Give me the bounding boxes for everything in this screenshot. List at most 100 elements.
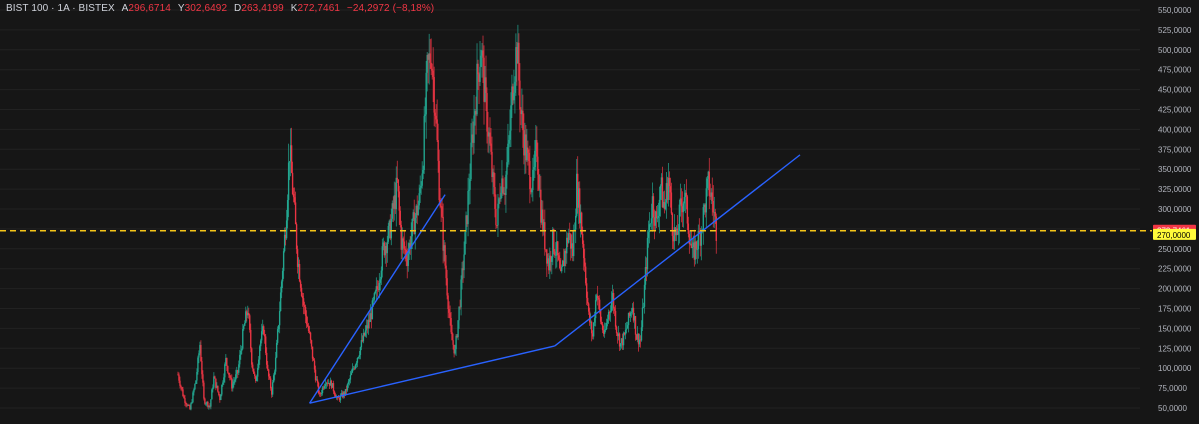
candle-body xyxy=(643,284,646,307)
candle-body xyxy=(538,174,540,190)
candle-body xyxy=(467,190,469,225)
candle-body xyxy=(614,310,617,327)
candle-body xyxy=(533,167,535,170)
candle-body xyxy=(312,358,315,361)
candle-body xyxy=(502,178,504,194)
candle-body xyxy=(489,132,491,144)
candle-body xyxy=(711,192,713,201)
candle-body xyxy=(431,68,433,71)
candle-body xyxy=(288,161,291,163)
candle-body xyxy=(493,172,495,188)
candle-body xyxy=(534,150,536,168)
price-tick-label: 250,0000 xyxy=(1158,245,1192,254)
candle-body xyxy=(411,218,413,237)
candle-body xyxy=(596,295,599,298)
candle-body xyxy=(256,376,258,382)
candle-body xyxy=(191,402,193,404)
candle-body xyxy=(420,185,422,188)
candle-body xyxy=(228,372,230,375)
candle-body xyxy=(229,374,231,378)
candle-body xyxy=(313,360,316,370)
candle-body xyxy=(469,179,471,190)
candle-body xyxy=(202,374,204,383)
candle-body xyxy=(634,316,637,335)
price-axis[interactable]: 550,0000 525,0000 500,0000 475,0000 450,0000… xyxy=(1158,6,1192,413)
candle-body xyxy=(641,307,644,328)
candle-body xyxy=(518,42,520,81)
candle-body xyxy=(422,170,424,174)
candle-body xyxy=(323,385,326,389)
candle-body xyxy=(249,315,251,330)
candle-body xyxy=(357,356,360,359)
candle-body xyxy=(414,217,416,235)
candle-body xyxy=(659,185,662,200)
candle-body xyxy=(509,130,511,140)
candle-body xyxy=(294,202,297,225)
candle-body xyxy=(558,255,560,260)
candle-body xyxy=(695,241,698,250)
candle-body xyxy=(609,311,612,313)
candle-body xyxy=(581,233,584,244)
candle-body xyxy=(682,203,685,213)
candle-body xyxy=(696,249,699,251)
high-key: Y xyxy=(177,3,185,14)
price-tick-label: 75,0000 xyxy=(1158,384,1187,393)
candle-body xyxy=(293,197,296,203)
candle-body xyxy=(407,253,409,266)
candle-body xyxy=(551,256,553,262)
candle-body xyxy=(629,312,632,316)
candle-body xyxy=(198,353,200,358)
candle-body xyxy=(648,224,651,233)
candle-body xyxy=(286,199,289,221)
candle-body xyxy=(305,315,308,325)
candle-body xyxy=(432,70,434,78)
candle-body xyxy=(594,300,597,319)
level-label: 270,0000 xyxy=(1157,231,1191,240)
candle-body xyxy=(553,229,555,252)
candle-body xyxy=(706,178,708,189)
candle-body xyxy=(222,382,224,385)
candle-body xyxy=(226,357,228,366)
candle-body xyxy=(184,398,186,403)
candle-body xyxy=(395,177,397,210)
price-chart[interactable]: 550,0000 525,0000 500,0000 475,0000 450,0000… xyxy=(0,0,1199,424)
candle-body xyxy=(584,266,587,284)
candle-body xyxy=(455,335,457,350)
candle-body xyxy=(268,376,271,379)
price-tick-label: 400,0000 xyxy=(1158,125,1192,134)
symbol-title[interactable]: BIST 100 · 1A · BISTEX xyxy=(6,3,115,14)
candle-body xyxy=(258,359,260,368)
candle-body xyxy=(557,241,559,256)
candle-body xyxy=(239,354,241,365)
candle-body xyxy=(495,208,497,226)
candle-body xyxy=(300,287,303,296)
candle-body xyxy=(253,368,255,374)
chart-background xyxy=(0,0,1199,424)
candle-body xyxy=(590,321,593,334)
candle-body xyxy=(250,329,252,349)
candle-body xyxy=(251,348,253,365)
candle-body xyxy=(658,199,661,217)
candle-body xyxy=(403,241,405,249)
candle-body xyxy=(263,334,266,337)
candle-body xyxy=(224,364,226,378)
candle-body xyxy=(264,336,267,353)
candle-body xyxy=(276,329,279,343)
candle-body xyxy=(532,169,534,191)
price-tick-label: 475,0000 xyxy=(1158,66,1192,75)
candle-body xyxy=(350,372,353,376)
candle-body xyxy=(423,116,425,171)
candle-body xyxy=(485,77,487,94)
candle-body xyxy=(190,403,192,410)
candle-body xyxy=(304,306,307,316)
candle-body xyxy=(185,402,187,405)
candle-body xyxy=(650,218,653,224)
candle-body xyxy=(687,223,690,234)
candle-body xyxy=(402,238,404,242)
candle-body xyxy=(308,331,311,333)
candle-body xyxy=(419,187,421,194)
candle-body xyxy=(592,322,595,337)
price-tick-label: 300,0000 xyxy=(1158,205,1192,214)
candle-body xyxy=(500,192,502,200)
candle-body xyxy=(507,143,509,163)
